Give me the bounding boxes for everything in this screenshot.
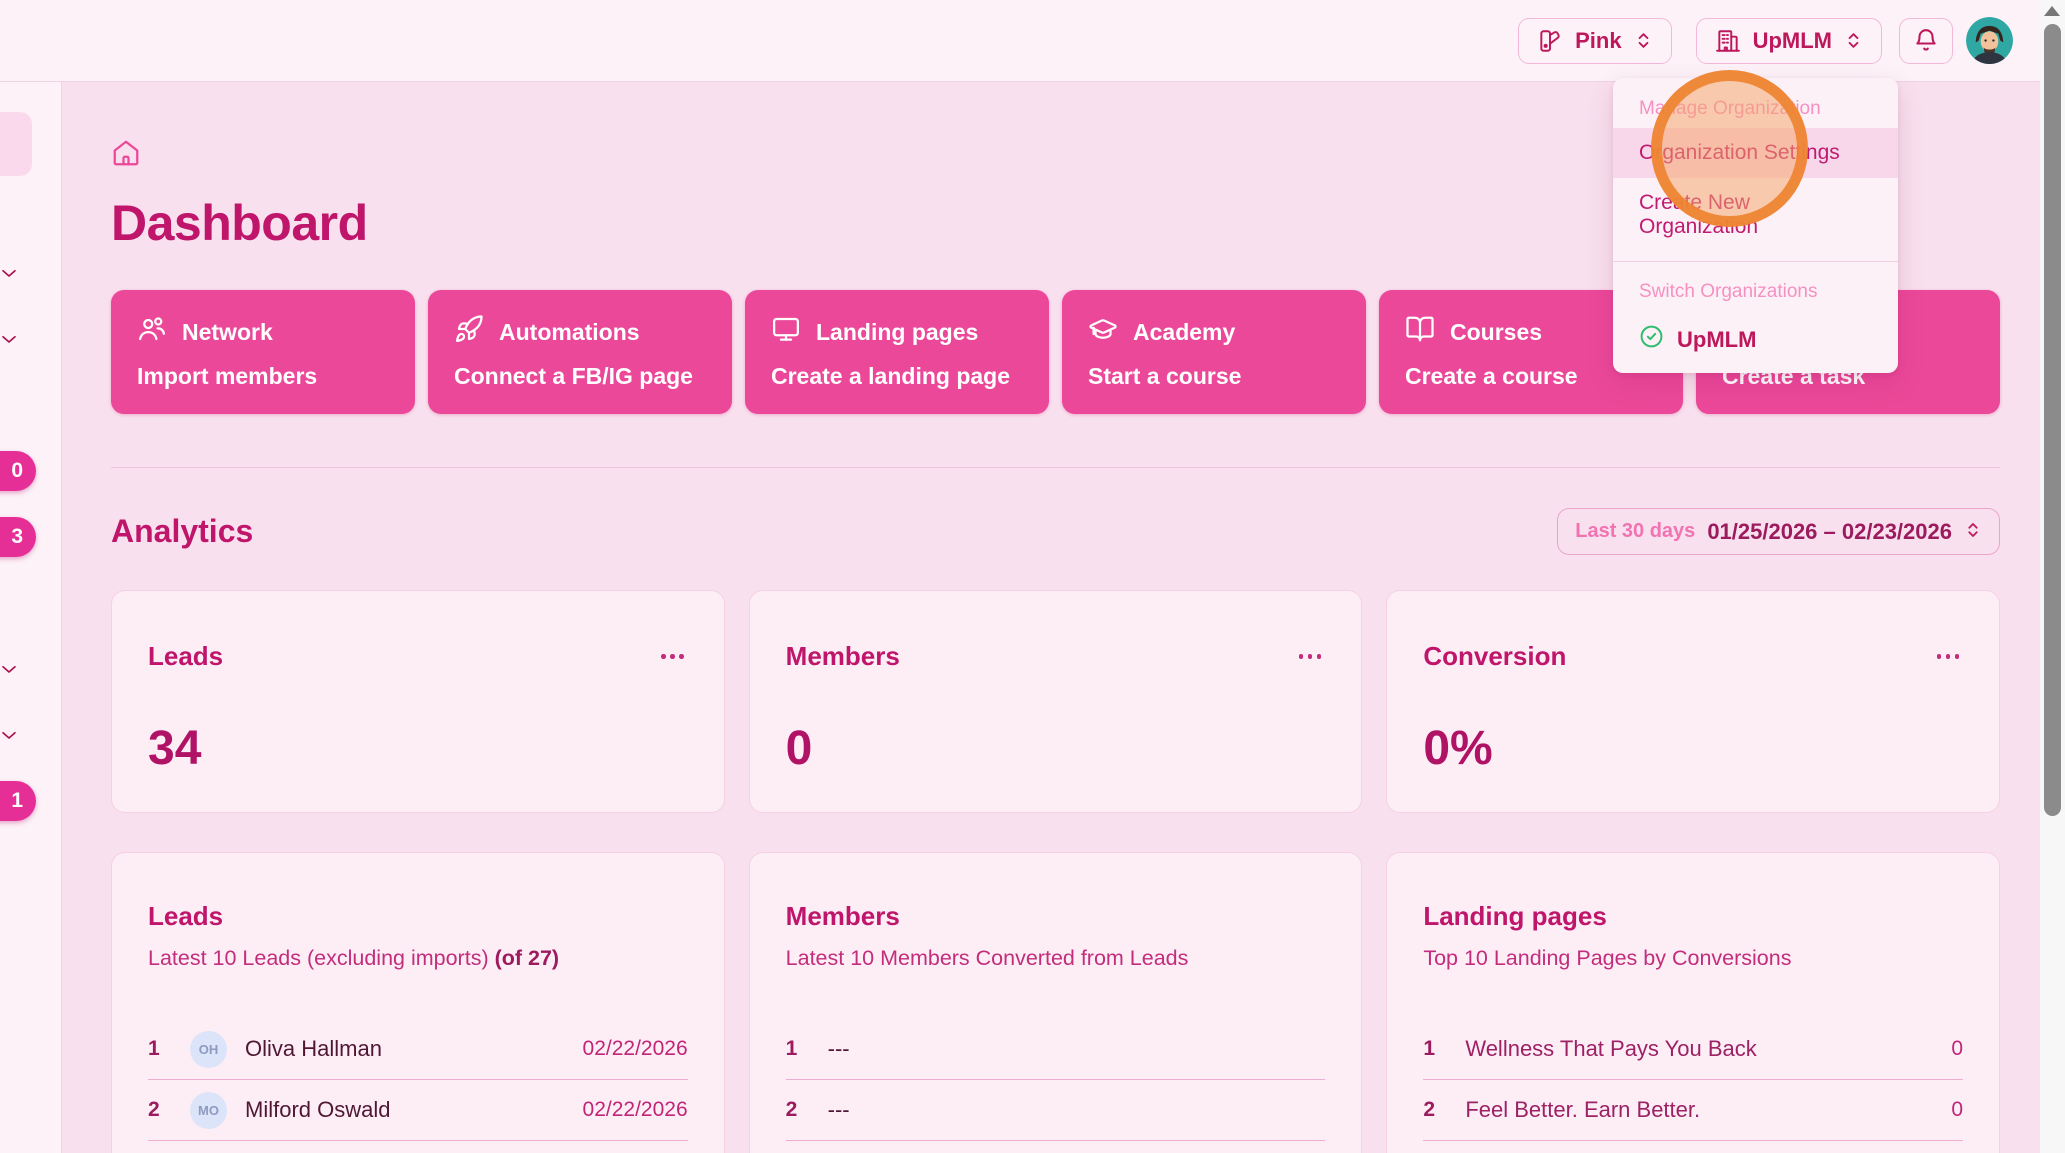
- sidebar: 0 3 1: [0, 82, 62, 1153]
- app-window: Pink UpMLM: [0, 0, 2065, 1153]
- quick-action-title: Academy: [1133, 319, 1235, 346]
- scrollbar-up-arrow[interactable]: [2044, 6, 2060, 16]
- sidebar-count-badge: 1: [0, 781, 36, 821]
- quick-action-title: Automations: [499, 319, 640, 346]
- menu-item-current-org[interactable]: UpMLM: [1613, 311, 1898, 361]
- sidebar-count-badge: 3: [0, 517, 36, 557]
- stat-title: Leads: [148, 641, 223, 672]
- list-title: Landing pages: [1423, 901, 1963, 932]
- graduation-cap-icon: [1088, 314, 1118, 350]
- section-divider: [111, 467, 2000, 468]
- menu-item-create-new-organization[interactable]: Create New Organization: [1613, 178, 1898, 252]
- avatar: MO: [190, 1092, 227, 1129]
- rocket-icon: [454, 314, 484, 350]
- lead-name: Oliva Hallman: [245, 1036, 382, 1062]
- date-range-selector[interactable]: Last 30 days 01/25/2026 – 02/23/2026: [1557, 508, 2000, 555]
- lead-row[interactable]: 2 MO Milford Oswald 02/22/2026: [148, 1080, 688, 1141]
- organization-dropdown-menu: Manage Organization Organization Setting…: [1613, 78, 1898, 373]
- members-list-card: Members Latest 10 Members Converted from…: [749, 852, 1363, 1153]
- quick-action-title: Network: [182, 319, 273, 346]
- analytics-heading: Analytics: [111, 513, 253, 550]
- lead-date: 02/22/2026: [583, 1037, 688, 1061]
- chevron-down-icon[interactable]: [0, 264, 18, 287]
- list-title: Members: [786, 901, 1326, 932]
- chevron-expand-icon: [1634, 31, 1653, 50]
- conversion-count: 0: [1951, 1037, 1963, 1061]
- chevron-down-icon[interactable]: [0, 660, 18, 683]
- quick-action-title: Landing pages: [816, 319, 978, 346]
- menu-divider: [1613, 261, 1898, 262]
- chevron-down-icon[interactable]: [0, 726, 18, 749]
- quick-action-subtitle: Start a course: [1088, 363, 1340, 390]
- notifications-button[interactable]: [1899, 18, 1953, 64]
- stat-value: 0%: [1423, 721, 1963, 776]
- chevron-down-icon[interactable]: [0, 330, 18, 353]
- member-name: ---: [828, 1036, 850, 1062]
- lead-name: Milford Oswald: [245, 1097, 390, 1123]
- stat-title: Conversion: [1423, 641, 1566, 672]
- quick-action-subtitle: Import members: [137, 363, 389, 390]
- theme-selector-button[interactable]: Pink: [1518, 18, 1671, 64]
- stat-card-leads: Leads 34: [111, 590, 725, 813]
- stat-cards: Leads 34 Members 0 Conversion 0%: [111, 590, 2000, 813]
- list-title: Leads: [148, 901, 688, 932]
- landing-page-row[interactable]: 2 Feel Better. Earn Better. 0: [1423, 1080, 1963, 1141]
- home-icon[interactable]: [111, 138, 141, 168]
- landing-page-name: Wellness That Pays You Back: [1465, 1036, 1756, 1062]
- menu-item-organization-settings[interactable]: Organization Settings: [1613, 128, 1898, 178]
- member-row[interactable]: 2 ---: [786, 1080, 1326, 1141]
- conversion-count: 0: [1951, 1098, 1963, 1122]
- stat-value: 0: [786, 721, 1326, 776]
- organization-selector-button[interactable]: UpMLM: [1696, 18, 1882, 64]
- chevron-expand-icon: [1844, 31, 1863, 50]
- sidebar-active-item[interactable]: [0, 112, 32, 176]
- menu-section-label: Switch Organizations: [1613, 271, 1898, 311]
- open-book-icon: [1405, 314, 1435, 350]
- check-circle-icon: [1639, 324, 1664, 355]
- scrollbar: [2040, 0, 2065, 1153]
- list-subtitle: Latest 10 Leads (excluding imports) (of …: [148, 946, 688, 971]
- member-row[interactable]: 1 ---: [786, 1019, 1326, 1080]
- list-subtitle: Latest 10 Members Converted from Leads: [786, 946, 1326, 971]
- quick-action-automations[interactable]: Automations Connect a FB/IG page: [428, 290, 732, 414]
- leads-list-card: Leads Latest 10 Leads (excluding imports…: [111, 852, 725, 1153]
- chevron-expand-icon: [1964, 521, 1982, 542]
- landing-page-name: Feel Better. Earn Better.: [1465, 1097, 1700, 1123]
- quick-action-subtitle: Connect a FB/IG page: [454, 363, 706, 390]
- building-icon: [1715, 28, 1741, 54]
- date-preset-label: Last 30 days: [1575, 520, 1695, 543]
- list-subtitle: Top 10 Landing Pages by Conversions: [1423, 946, 1963, 971]
- stat-card-members: Members 0: [749, 590, 1363, 813]
- ellipsis-menu-icon[interactable]: [657, 650, 688, 663]
- scrollbar-thumb[interactable]: [2044, 24, 2061, 816]
- theme-selector-label: Pink: [1575, 28, 1621, 54]
- quick-action-academy[interactable]: Academy Start a course: [1062, 290, 1366, 414]
- landing-page-row[interactable]: 1 Wellness That Pays You Back 0: [1423, 1019, 1963, 1080]
- quick-action-subtitle: Create a landing page: [771, 363, 1023, 390]
- bell-icon: [1913, 28, 1939, 54]
- list-cards: Leads Latest 10 Leads (excluding imports…: [111, 852, 2000, 1153]
- monitor-icon: [771, 314, 801, 350]
- stat-title: Members: [786, 641, 900, 672]
- member-name: ---: [828, 1097, 850, 1123]
- landing-pages-list-card: Landing pages Top 10 Landing Pages by Co…: [1386, 852, 2000, 1153]
- user-avatar[interactable]: [1966, 17, 2013, 64]
- lead-date: 02/22/2026: [583, 1098, 688, 1122]
- ellipsis-menu-icon[interactable]: [1933, 650, 1964, 663]
- quick-action-landing-pages[interactable]: Landing pages Create a landing page: [745, 290, 1049, 414]
- menu-section-label: Manage Organization: [1613, 88, 1898, 128]
- sidebar-count-badge: 0: [0, 451, 36, 491]
- theme-swatch-icon: [1537, 28, 1563, 54]
- stat-value: 34: [148, 721, 688, 776]
- top-bar: Pink UpMLM: [0, 0, 2040, 82]
- stat-card-conversion: Conversion 0%: [1386, 590, 2000, 813]
- quick-action-network[interactable]: Network Import members: [111, 290, 415, 414]
- quick-action-title: Courses: [1450, 319, 1542, 346]
- organization-selector-label: UpMLM: [1753, 28, 1832, 54]
- people-icon: [137, 314, 167, 350]
- date-range-value: 01/25/2026 – 02/23/2026: [1707, 519, 1952, 545]
- lead-row[interactable]: 1 OH Oliva Hallman 02/22/2026: [148, 1019, 688, 1080]
- avatar: OH: [190, 1031, 227, 1068]
- ellipsis-menu-icon[interactable]: [1295, 650, 1326, 663]
